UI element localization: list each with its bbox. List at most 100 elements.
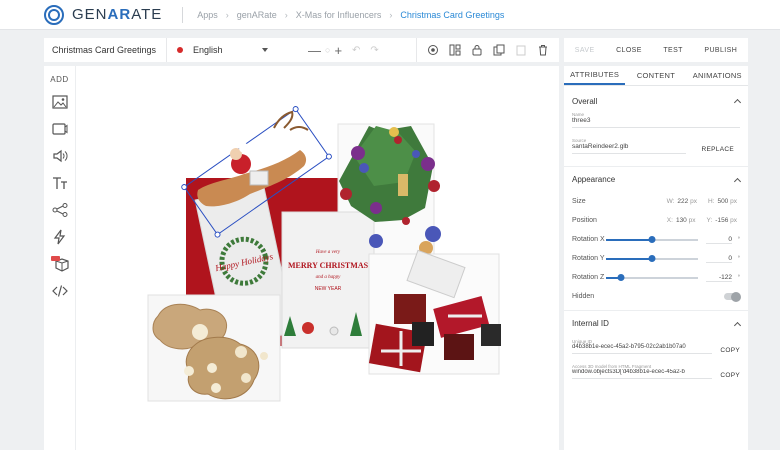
duplicate-icon[interactable] bbox=[493, 44, 505, 56]
rotation-x-label: Rotation X bbox=[572, 236, 605, 243]
rotation-y-row: Rotation Y 0 ° bbox=[564, 249, 748, 268]
resize-handle[interactable] bbox=[292, 106, 299, 113]
layout-icon[interactable] bbox=[449, 44, 461, 56]
rotation-z-slider[interactable] bbox=[606, 273, 698, 282]
rotation-y-slider[interactable] bbox=[606, 254, 698, 263]
tab-content[interactable]: CONTENT bbox=[625, 66, 686, 85]
target-icon[interactable] bbox=[427, 44, 439, 56]
app-header: GENARATE Apps › genARate › X-Mas for Inf… bbox=[0, 0, 780, 30]
zoom-control: — ○ + ↶ ↷ bbox=[300, 38, 387, 62]
card-footer: NEW YEAR bbox=[315, 286, 342, 292]
zoom-in-button[interactable]: + bbox=[334, 43, 342, 58]
tab-animations[interactable]: ANIMATIONS bbox=[687, 66, 748, 85]
header-divider bbox=[182, 6, 184, 23]
add-toolbar: ADD bbox=[44, 66, 76, 450]
tab-attributes[interactable]: ATTRIBUTES bbox=[564, 66, 626, 85]
size-height-input[interactable]: H: 500 px bbox=[708, 198, 740, 205]
replace-button[interactable]: REPLACE bbox=[702, 146, 734, 153]
scene-canvas[interactable]: Happy Holidays Have a very MERRY CHRISTM… bbox=[76, 66, 559, 450]
zoom-out-button[interactable]: — bbox=[308, 43, 321, 58]
degree-symbol: ° bbox=[737, 274, 740, 281]
share-icon[interactable] bbox=[51, 201, 69, 219]
undo-icon[interactable]: ↶ bbox=[352, 45, 360, 56]
section-title: Internal ID bbox=[572, 319, 609, 328]
rotation-y-input[interactable]: 0 bbox=[706, 255, 732, 263]
rotation-z-row: Rotation Z -122 ° bbox=[564, 268, 748, 287]
name-input[interactable]: three3 bbox=[572, 117, 740, 128]
degree-symbol: ° bbox=[737, 255, 740, 262]
hidden-label: Hidden bbox=[572, 293, 595, 300]
position-y-input[interactable]: Y: -156 px bbox=[707, 217, 741, 224]
resize-handle[interactable] bbox=[325, 153, 332, 160]
name-field[interactable]: Name three3 bbox=[564, 112, 748, 128]
rotation-x-input[interactable]: 0 bbox=[706, 236, 732, 244]
add-label: ADD bbox=[50, 75, 69, 84]
merry-christmas-card[interactable] bbox=[281, 211, 375, 349]
close-button[interactable]: CLOSE bbox=[616, 47, 642, 54]
3d-object-icon[interactable] bbox=[50, 255, 69, 273]
breadcrumb-current: Christmas Card Greetings bbox=[400, 9, 505, 20]
logo[interactable]: GENARATE bbox=[44, 4, 163, 25]
breadcrumb-xmas[interactable]: X-Mas for Influencers bbox=[296, 10, 382, 20]
paste-icon[interactable] bbox=[515, 44, 527, 56]
lock-icon[interactable] bbox=[471, 44, 483, 56]
section-title: Appearance bbox=[572, 175, 616, 184]
access-row: Access 3D model from HTML Fragment windo… bbox=[564, 364, 748, 379]
chevron-up-icon bbox=[733, 98, 742, 107]
image-icon[interactable] bbox=[51, 93, 69, 111]
section-internal-id[interactable]: Internal ID bbox=[564, 310, 748, 336]
logo-text: GENARATE bbox=[72, 6, 163, 23]
card-headline-top: Have a very bbox=[315, 250, 341, 255]
card-subline: and a happy bbox=[316, 275, 342, 280]
audio-icon[interactable] bbox=[51, 147, 69, 165]
copy-unique-id-button[interactable]: COPY bbox=[720, 347, 740, 354]
publish-button[interactable]: PUBLISH bbox=[704, 47, 737, 54]
source-field: Source santaReindeer2.glb bbox=[564, 138, 694, 154]
unique-id-row: Unique ID d4b38b1e-ecec-45a2-b795-02c2ab… bbox=[564, 339, 748, 354]
video-icon[interactable] bbox=[51, 120, 69, 138]
rotation-x-row: Rotation X 0 ° bbox=[564, 230, 748, 249]
copy-access-button[interactable]: COPY bbox=[720, 372, 740, 379]
chevron-right-icon: › bbox=[389, 9, 393, 20]
breadcrumb-apps[interactable]: Apps bbox=[197, 10, 218, 20]
language-select[interactable]: English bbox=[166, 38, 278, 62]
section-title: Overall bbox=[572, 96, 598, 106]
save-button[interactable]: SAVE bbox=[575, 47, 595, 54]
scene: Happy Holidays Have a very MERRY CHRISTM… bbox=[147, 106, 501, 402]
section-overall[interactable]: Overall bbox=[564, 88, 748, 114]
size-label: Size bbox=[572, 198, 586, 205]
rotation-z-label: Rotation Z bbox=[572, 274, 605, 281]
rotation-x-slider[interactable] bbox=[606, 235, 698, 244]
breadcrumb-genarate[interactable]: genARate bbox=[237, 10, 277, 20]
chevron-up-icon bbox=[733, 321, 742, 329]
trigger-icon[interactable] bbox=[51, 228, 69, 246]
document-actions: SAVE CLOSE TEST PUBLISH bbox=[564, 38, 748, 62]
chevron-right-icon: › bbox=[284, 9, 288, 20]
size-width-input[interactable]: W: 222 px bbox=[667, 198, 700, 205]
caret-down-icon bbox=[262, 48, 268, 52]
position-x-input[interactable]: X: 130 px bbox=[667, 217, 699, 224]
degree-symbol: ° bbox=[737, 236, 740, 243]
trash-icon[interactable] bbox=[537, 44, 549, 56]
language-label: English bbox=[193, 45, 223, 55]
chevron-right-icon: › bbox=[225, 9, 229, 20]
position-row: Position X: 130 px Y: -156 px bbox=[564, 211, 748, 230]
document-title: Christmas Card Greetings bbox=[52, 45, 157, 55]
language-status-dot bbox=[177, 47, 183, 53]
code-icon[interactable] bbox=[51, 282, 69, 300]
hidden-toggle[interactable] bbox=[724, 291, 741, 302]
chevron-up-icon bbox=[733, 177, 742, 185]
position-label: Position bbox=[572, 217, 597, 224]
object-tools bbox=[416, 38, 549, 62]
rotation-z-input[interactable]: -122 bbox=[706, 274, 732, 282]
test-button[interactable]: TEST bbox=[663, 47, 683, 54]
access-value: window.objects3D['d4b38b1e-ecec-45a2-b bbox=[572, 369, 713, 379]
editor-toolbar: Christmas Card Greetings English — ○ + ↶… bbox=[44, 38, 559, 62]
logo-icon bbox=[44, 4, 64, 25]
section-appearance[interactable]: Appearance bbox=[564, 166, 748, 192]
properties-panel: ATTRIBUTES CONTENT ANIMATIONS Overall Na… bbox=[564, 66, 748, 450]
redo-icon[interactable]: ↷ bbox=[370, 45, 378, 56]
panel-tabs: ATTRIBUTES CONTENT ANIMATIONS bbox=[564, 66, 748, 86]
zoom-reset-icon[interactable]: ○ bbox=[325, 45, 330, 55]
text-icon[interactable] bbox=[51, 174, 69, 192]
